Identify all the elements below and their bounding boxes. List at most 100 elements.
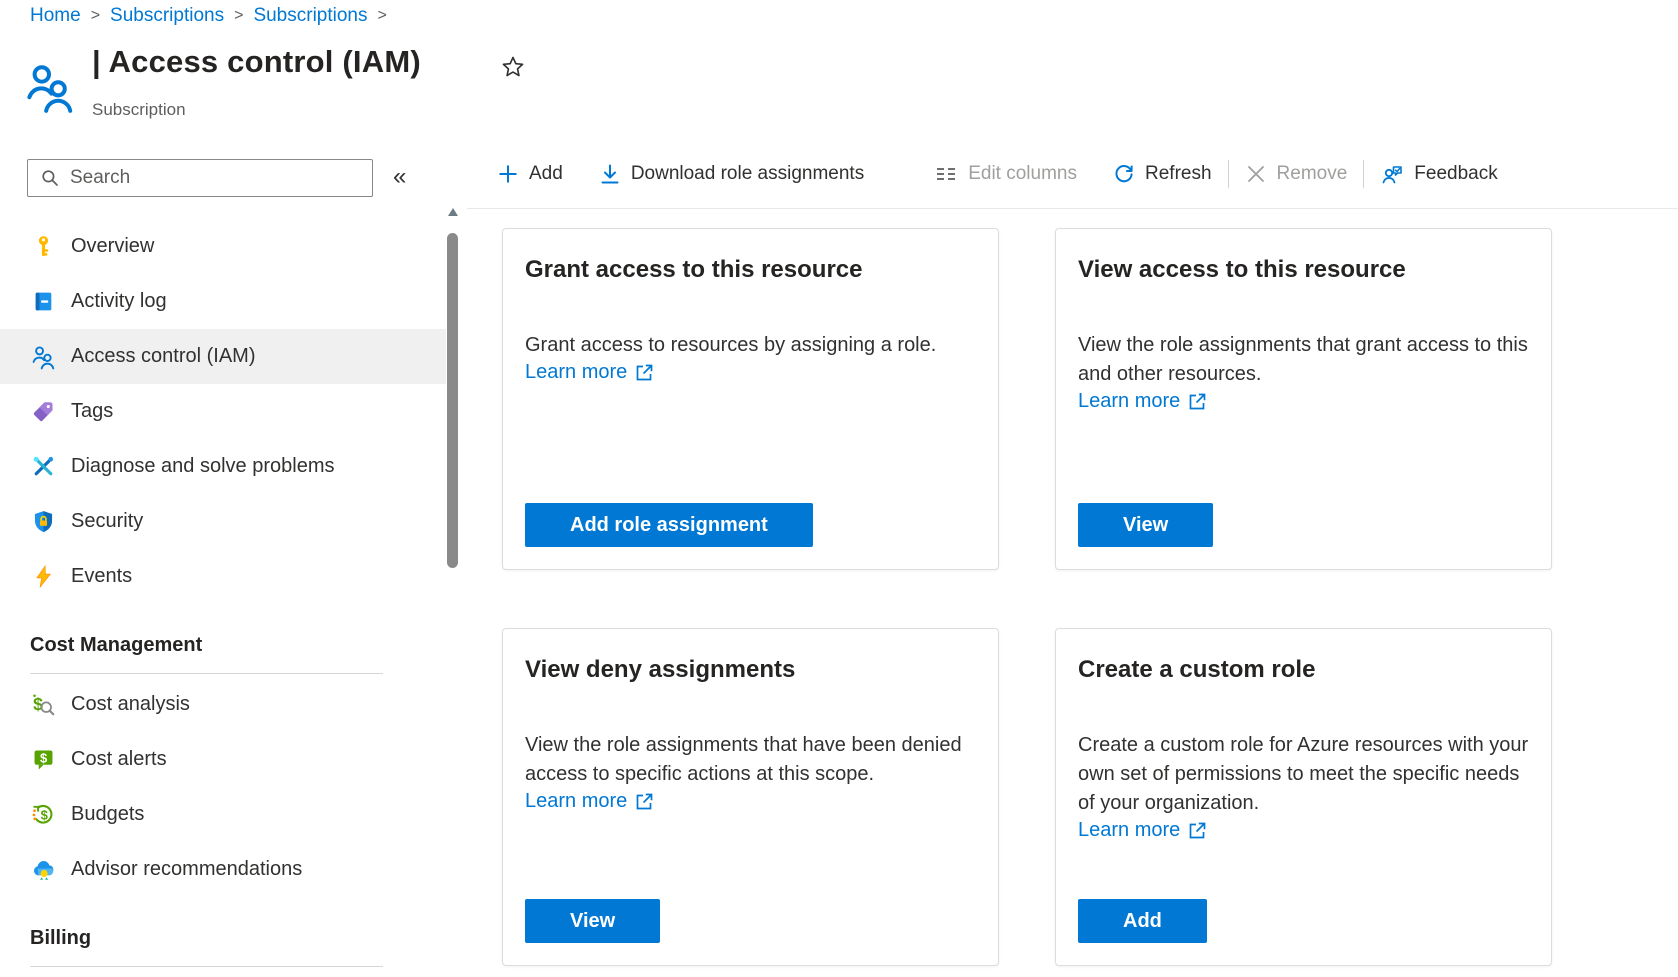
view-access-button[interactable]: View: [1078, 503, 1213, 547]
sidebar-item-label: Advisor recommendations: [71, 858, 302, 881]
shield-lock-icon: [30, 508, 57, 535]
scrollbar-thumb[interactable]: [447, 233, 458, 568]
scrollbar-up-arrow-icon[interactable]: [448, 208, 458, 216]
edit-columns-button: Edit columns: [934, 163, 1077, 185]
access-control-icon: [30, 343, 57, 370]
sidebar-item-label: Security: [71, 510, 143, 533]
sidebar-item-budgets[interactable]: $ Budgets: [0, 787, 446, 842]
card-description: View the role assignments that grant acc…: [1078, 331, 1529, 389]
tag-icon: [30, 398, 57, 425]
toolbar-label: Feedback: [1414, 163, 1497, 185]
breadcrumb-link-home[interactable]: Home: [30, 5, 81, 27]
sidebar-item-advisor-recommendations[interactable]: Advisor recommendations: [0, 842, 446, 897]
learn-more-label: Learn more: [525, 790, 627, 813]
collapse-sidebar-icon[interactable]: «: [393, 161, 406, 193]
sidebar-item-label: Access control (IAM): [71, 345, 255, 368]
sidebar-item-label: Budgets: [71, 803, 144, 826]
sidebar-item-label: Cost alerts: [71, 748, 167, 771]
sidebar-item-access-control-iam[interactable]: Access control (IAM): [0, 329, 446, 384]
page-subtitle: Subscription: [92, 100, 186, 120]
sidebar-section-billing: Billing: [30, 927, 460, 955]
plus-icon: [497, 163, 519, 185]
card-view-access: View access to this resource View the ro…: [1055, 228, 1552, 570]
budgets-icon: $: [30, 801, 57, 828]
diagnose-tools-icon: [30, 453, 57, 480]
toolbar-label: Edit columns: [968, 163, 1077, 185]
sidebar-item-label: Overview: [71, 235, 154, 258]
feedback-button[interactable]: Feedback: [1380, 162, 1497, 186]
card-description: View the role assignments that have been…: [525, 731, 976, 789]
card-title: View access to this resource: [1078, 256, 1529, 284]
learn-more-link[interactable]: Learn more: [525, 361, 655, 384]
breadcrumb-link-subscriptions[interactable]: Subscriptions: [110, 5, 224, 27]
toolbar-divider: [467, 208, 1678, 209]
feedback-icon: [1380, 162, 1404, 186]
svg-text:$: $: [40, 750, 48, 765]
card-title: Create a custom role: [1078, 656, 1529, 684]
card-grant-access: Grant access to this resource Grant acce…: [502, 228, 999, 570]
columns-icon: [934, 163, 958, 185]
svg-text:$: $: [41, 807, 49, 822]
toolbar-label: Download role assignments: [631, 163, 864, 185]
learn-more-link[interactable]: Learn more: [1078, 819, 1208, 842]
search-icon: [40, 168, 60, 188]
lightning-icon: [30, 563, 57, 590]
learn-more-link[interactable]: Learn more: [1078, 390, 1208, 413]
sidebar-item-security[interactable]: Security: [0, 494, 446, 549]
cost-alerts-icon: $: [30, 746, 57, 773]
external-link-icon: [634, 791, 655, 812]
toolbar-label: Remove: [1277, 163, 1348, 185]
sidebar-item-cost-alerts[interactable]: $ Cost alerts: [0, 732, 446, 787]
view-deny-assignments-button[interactable]: View: [525, 899, 660, 943]
cost-analysis-icon: $: [30, 691, 57, 718]
add-role-assignment-button[interactable]: Add role assignment: [525, 503, 813, 547]
learn-more-label: Learn more: [1078, 390, 1180, 413]
toolbar: Add Download role assignments Edit colum…: [497, 145, 1498, 203]
x-icon: [1245, 163, 1267, 185]
page-title: | Access control (IAM): [92, 44, 421, 80]
refresh-icon: [1113, 163, 1135, 185]
remove-button: Remove: [1245, 163, 1348, 185]
card-title: View deny assignments: [525, 656, 976, 684]
sidebar-item-cost-analysis[interactable]: $ Cost analysis: [0, 677, 446, 732]
advisor-cloud-icon: [30, 856, 57, 883]
sidebar-nav: Overview Activity log Acc: [0, 219, 460, 967]
activity-log-icon: [30, 288, 57, 315]
iam-people-icon: [25, 60, 77, 119]
card-title: Grant access to this resource: [525, 256, 976, 284]
sidebar-item-label: Cost analysis: [71, 693, 190, 716]
toolbar-separator: [1228, 160, 1229, 188]
breadcrumb-separator: >: [378, 7, 387, 25]
sidebar-item-overview[interactable]: Overview: [0, 219, 446, 274]
card-description: Grant access to resources by assigning a…: [525, 331, 976, 360]
external-link-icon: [1187, 391, 1208, 412]
download-role-assignments-button[interactable]: Download role assignments: [599, 163, 864, 185]
breadcrumb-link-subscriptions-2[interactable]: Subscriptions: [253, 5, 367, 27]
sidebar-item-events[interactable]: Events: [0, 549, 446, 604]
sidebar-item-diagnose-and-solve-problems[interactable]: Diagnose and solve problems: [0, 439, 446, 494]
search-input[interactable]: [68, 166, 372, 190]
section-divider: [30, 673, 383, 674]
breadcrumb-separator: >: [91, 7, 100, 25]
learn-more-link[interactable]: Learn more: [525, 790, 655, 813]
sidebar-item-tags[interactable]: Tags: [0, 384, 446, 439]
external-link-icon: [634, 362, 655, 383]
card-view-deny-assignments: View deny assignments View the role assi…: [502, 628, 999, 966]
toolbar-label: Add: [529, 163, 563, 185]
sidebar-item-label: Activity log: [71, 290, 167, 313]
sidebar-item-label: Tags: [71, 400, 113, 423]
refresh-button[interactable]: Refresh: [1113, 163, 1212, 185]
toolbar-separator: [1363, 160, 1364, 188]
sidebar-section-cost-management: Cost Management: [30, 634, 460, 662]
key-icon: [30, 233, 57, 260]
sidebar-scrollbar[interactable]: [446, 200, 459, 977]
section-divider: [30, 966, 383, 967]
breadcrumb: Home > Subscriptions > Subscriptions >: [30, 5, 387, 27]
add-button[interactable]: Add: [497, 163, 563, 185]
card-description: Create a custom role for Azure resources…: [1078, 731, 1529, 818]
search-box[interactable]: [27, 159, 373, 197]
star-icon[interactable]: [500, 54, 526, 85]
add-custom-role-button[interactable]: Add: [1078, 899, 1207, 943]
sidebar-item-activity-log[interactable]: Activity log: [0, 274, 446, 329]
download-icon: [599, 163, 621, 185]
